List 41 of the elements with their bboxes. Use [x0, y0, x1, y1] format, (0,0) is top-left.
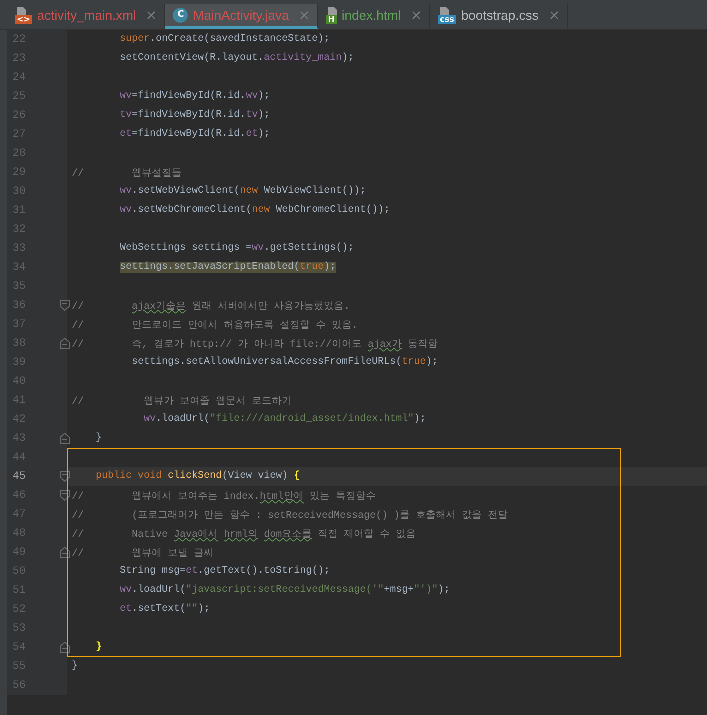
- fold-icon[interactable]: [60, 471, 70, 482]
- code-line: // 안드로이드 안에서 허용하도록 설정할 수 있음.: [72, 320, 358, 332]
- code-line: }: [95, 433, 102, 444]
- close-icon[interactable]: [300, 10, 310, 20]
- code-line: // ajax기술은 원래 서버에서만 사용가능했었음.: [72, 300, 350, 312]
- fold-icon[interactable]: [60, 490, 70, 501]
- fold-icon[interactable]: [60, 642, 70, 653]
- code-line: wv.setWebChromeClient(new WebChromeClient());: [119, 205, 390, 216]
- code-line: setContentView(R.layout.activity_main);: [119, 53, 354, 64]
- file-tab[interactable]: <> activity_main.xml: [7, 4, 166, 29]
- code-line: wv.loadUrl("file:///android_asset/index.html");: [143, 414, 426, 425]
- fold-icon[interactable]: [60, 547, 70, 558]
- code-line: tv=findViewById(R.id.tv);: [119, 110, 270, 121]
- code-line: // 즉, 경로가 http:// 가 아니라 file://이어도 ajax가 동작함: [72, 338, 438, 350]
- code-line: public void clickSend(View view) {: [95, 471, 300, 482]
- code-line: settings.setAllowUniversalAccessFromFileURLs(true);: [131, 357, 438, 368]
- code-line: // Native Java에서 hrml의 dom요소를 직접 제어할 수 없음: [72, 528, 416, 540]
- code-line: wv=findViewById(R.id.wv);: [119, 91, 270, 102]
- code-line: settings.setJavaScriptEnabled(true);: [119, 262, 336, 273]
- code-line: // 웹뷰설절들: [72, 168, 182, 180]
- code-line: wv.loadUrl("javascript:setReceivedMessage('"+msg+"')");: [119, 585, 450, 596]
- code-line: // (프로그래머가 만든 함수 : setReceivedMessage() )를 호출해서 값을 전달: [72, 509, 508, 522]
- file-tab[interactable]: H index.html: [318, 4, 430, 29]
- code-line: super.onCreate(savedInstanceState);: [119, 34, 330, 45]
- code-line: }: [95, 642, 102, 653]
- code-line: // 웹뷰가 보여줄 웹문서 로드하기: [72, 396, 292, 408]
- close-icon[interactable]: [147, 10, 156, 20]
- file-tab[interactable]: C MainActivity.java: [165, 4, 318, 29]
- code-line: et.setText("");: [119, 604, 210, 615]
- file-tab[interactable]: css bootstrap.css: [430, 4, 568, 29]
- code-line: et=findViewById(R.id.et);: [119, 129, 270, 140]
- code-line: // 웹뷰에서 보여주는 index.html안에 있는 특정함수: [72, 490, 376, 502]
- class-icon: C: [173, 8, 188, 22]
- close-icon[interactable]: [412, 10, 422, 20]
- close-icon[interactable]: [550, 10, 559, 20]
- code-line: String msg=et.getText().toString();: [119, 566, 330, 577]
- line-number: 45: [12, 470, 26, 482]
- code-line: }: [72, 661, 78, 672]
- code-line: wv.setWebViewClient(new WebViewClient());: [119, 186, 366, 197]
- code-line: WebSettings settings =wv.getSettings();: [119, 243, 354, 254]
- code-line: // 웹뷰에 보낼 글씨: [72, 548, 214, 560]
